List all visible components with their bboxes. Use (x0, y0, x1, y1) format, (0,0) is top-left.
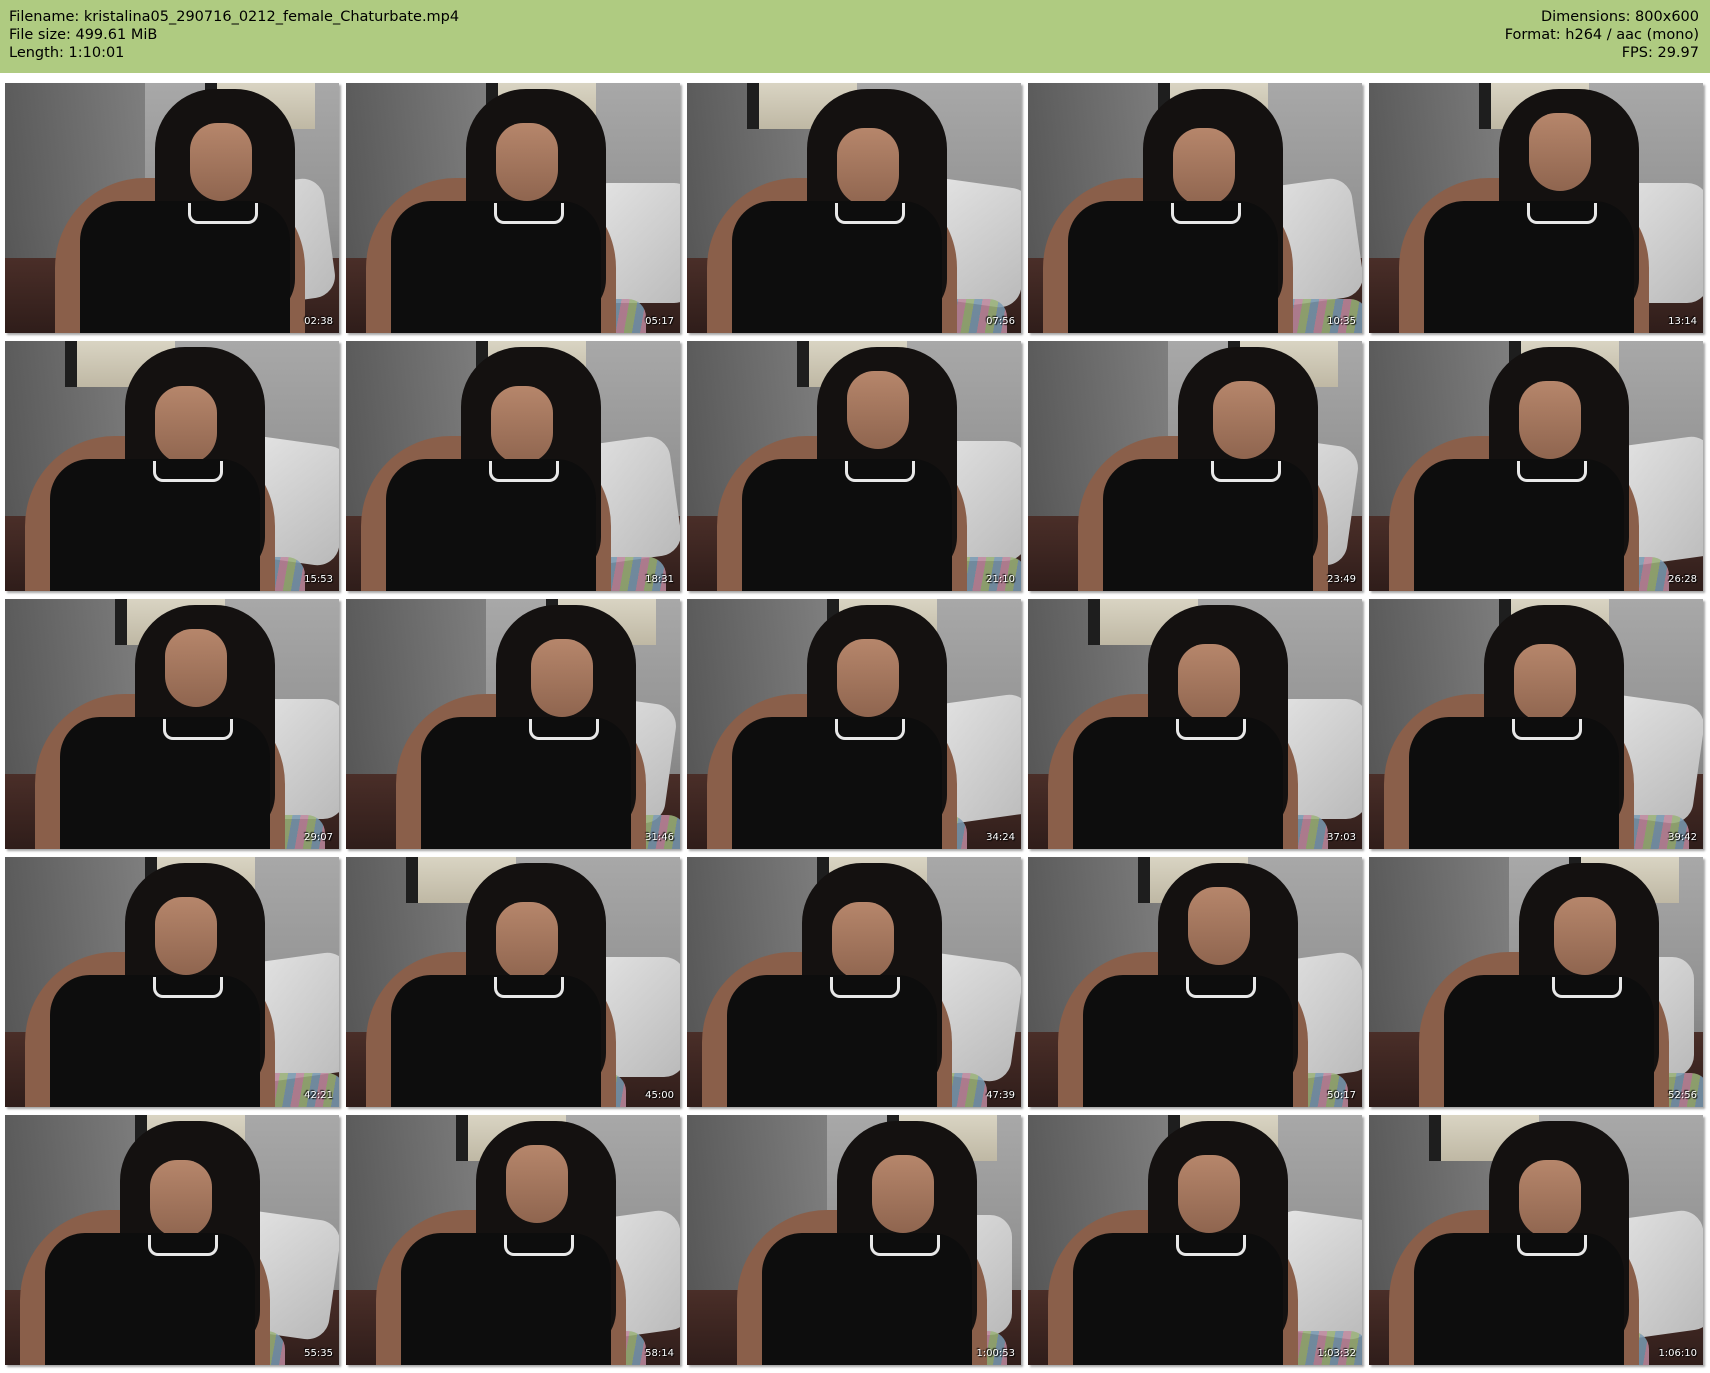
thumbnail-timestamp: 47:39 (986, 1090, 1015, 1101)
thumbnail: 31:46 (346, 599, 680, 849)
thumbnail-timestamp: 23:49 (1327, 574, 1356, 585)
video-info: Dimensions: 800x600 Format: h264 / aac (… (1505, 8, 1699, 62)
thumbnail-timestamp: 1:00:53 (976, 1348, 1015, 1359)
thumbnail: 21:10 (687, 341, 1021, 591)
thumbnail: 1:00:53 (687, 1115, 1021, 1365)
thumbnail: 52:56 (1369, 857, 1703, 1107)
thumbnail-image (1028, 341, 1362, 591)
thumbnail-image (346, 341, 680, 591)
thumbnail-image (1369, 341, 1703, 591)
fps-label: FPS: 29.97 (1621, 45, 1699, 61)
thumbnail-timestamp: 52:56 (1668, 1090, 1697, 1101)
thumbnail-image (346, 1115, 680, 1365)
thumbnail-timestamp: 1:03:32 (1317, 1348, 1356, 1359)
thumbnail-image (5, 857, 339, 1107)
thumbnail: 15:53 (5, 341, 339, 591)
dimensions-label: Dimensions: 800x600 (1540, 9, 1699, 25)
thumbnail: 02:38 (5, 83, 339, 333)
format-label: Format: h264 / aac (mono) (1504, 27, 1699, 43)
thumbnail-timestamp: 10:35 (1327, 316, 1356, 327)
thumbnail-image (1369, 599, 1703, 849)
thumbnail-image (5, 599, 339, 849)
thumbnail-timestamp: 55:35 (304, 1348, 333, 1359)
thumbnail: 23:49 (1028, 341, 1362, 591)
length-label: Length: 1:10:01 (9, 45, 125, 61)
thumbnail: 45:00 (346, 857, 680, 1107)
thumbnail: 58:14 (346, 1115, 680, 1365)
thumbnail: 37:03 (1028, 599, 1362, 849)
thumbnail-timestamp: 05:17 (645, 316, 674, 327)
thumbnail-image (5, 83, 339, 333)
thumbnail-grid: 02:38 05:17 07:56 10:35 13:14 15:53 18:31 21:10… (5, 83, 1707, 1368)
filename-label: Filename: kristalina05_290716_0212_femal… (9, 9, 460, 25)
thumbnail-image (346, 83, 680, 333)
thumbnail: 10:35 (1028, 83, 1362, 333)
thumbnail-timestamp: 29:07 (304, 832, 333, 843)
thumbnail-image (346, 857, 680, 1107)
thumbnail-image (687, 857, 1021, 1107)
thumbnail-image (346, 599, 680, 849)
thumbnail: 07:56 (687, 83, 1021, 333)
thumbnail-timestamp: 13:14 (1668, 316, 1697, 327)
thumbnail-timestamp: 58:14 (645, 1348, 674, 1359)
thumbnail-timestamp: 34:24 (986, 832, 1015, 843)
thumbnail: 13:14 (1369, 83, 1703, 333)
thumbnail-image (1028, 1115, 1362, 1365)
thumbnail-timestamp: 1:06:10 (1658, 1348, 1697, 1359)
filesize-label: File size: 499.61 MiB (9, 27, 158, 43)
thumbnail-timestamp: 18:31 (645, 574, 674, 585)
thumbnail-timestamp: 02:38 (304, 316, 333, 327)
thumbnail: 47:39 (687, 857, 1021, 1107)
thumbnail-image (5, 341, 339, 591)
thumbnail: 55:35 (5, 1115, 339, 1365)
thumbnail: 1:06:10 (1369, 1115, 1703, 1365)
info-header: Filename: kristalina05_290716_0212_femal… (0, 0, 1710, 73)
thumbnail-image (687, 83, 1021, 333)
thumbnail-image (1369, 1115, 1703, 1365)
thumbnail-timestamp: 31:46 (645, 832, 674, 843)
thumbnail-timestamp: 07:56 (986, 316, 1015, 327)
thumbnail-timestamp: 50:17 (1327, 1090, 1356, 1101)
thumbnail-image (5, 1115, 339, 1365)
thumbnail: 42:21 (5, 857, 339, 1107)
thumbnail-image (1028, 599, 1362, 849)
thumbnail: 05:17 (346, 83, 680, 333)
thumbnail-timestamp: 15:53 (304, 574, 333, 585)
thumbnail-timestamp: 45:00 (645, 1090, 674, 1101)
thumbnail-image (1369, 857, 1703, 1107)
thumbnail-timestamp: 42:21 (304, 1090, 333, 1101)
thumbnail-timestamp: 21:10 (986, 574, 1015, 585)
thumbnail: 18:31 (346, 341, 680, 591)
thumbnail-timestamp: 26:28 (1668, 574, 1697, 585)
thumbnail-image (1369, 83, 1703, 333)
thumbnail-image (1028, 83, 1362, 333)
thumbnail: 29:07 (5, 599, 339, 849)
thumbnail: 34:24 (687, 599, 1021, 849)
thumbnail-timestamp: 37:03 (1327, 832, 1356, 843)
thumbnail: 50:17 (1028, 857, 1362, 1107)
thumbnail-image (687, 1115, 1021, 1365)
thumbnail: 39:42 (1369, 599, 1703, 849)
thumbnail-timestamp: 39:42 (1668, 832, 1697, 843)
thumbnail-image (687, 599, 1021, 849)
thumbnail: 26:28 (1369, 341, 1703, 591)
thumbnail-image (1028, 857, 1362, 1107)
file-info: Filename: kristalina05_290716_0212_femal… (9, 8, 459, 62)
thumbnail: 1:03:32 (1028, 1115, 1362, 1365)
thumbnail-image (687, 341, 1021, 591)
